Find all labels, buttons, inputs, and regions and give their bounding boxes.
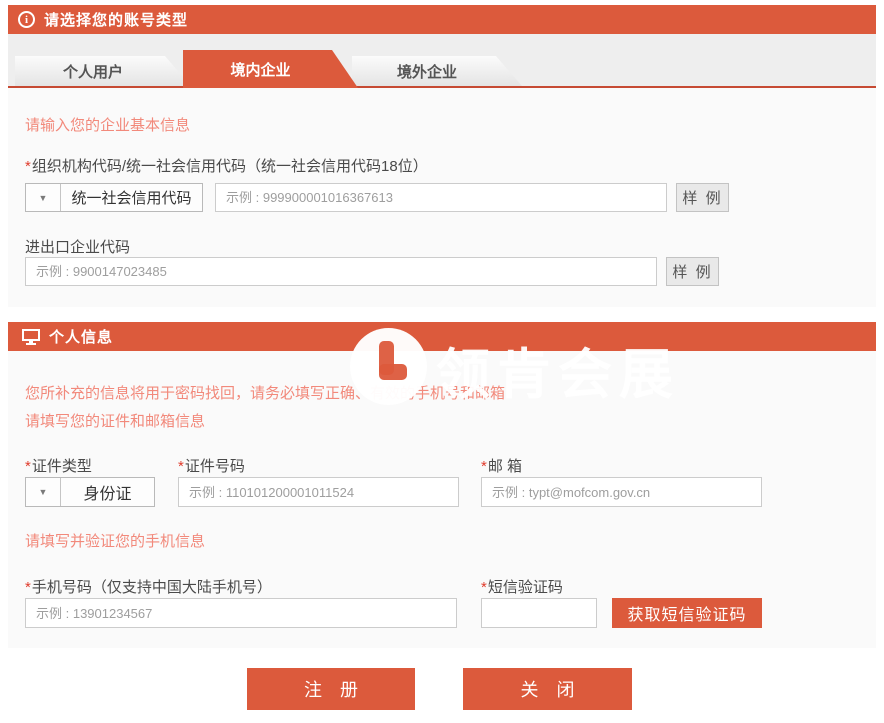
ie-code-input[interactable] xyxy=(25,257,657,286)
account-type-header: i 请选择您的账号类型 xyxy=(8,5,876,34)
phone-input[interactable] xyxy=(25,598,457,628)
ie-code-sample-button[interactable]: 样 例 xyxy=(666,257,719,286)
cert-email-hint: 请填写您的证件和邮箱信息 xyxy=(25,410,205,431)
required-mark: * xyxy=(481,458,487,475)
cert-no-input[interactable] xyxy=(178,477,459,507)
org-code-input[interactable] xyxy=(215,183,667,212)
personal-info-header: 个人信息 xyxy=(8,322,876,351)
required-mark: * xyxy=(178,458,184,475)
tab-personal-user[interactable]: 个人用户 xyxy=(15,56,191,86)
cert-no-label: *证件号码 xyxy=(178,455,245,476)
cert-type-value: 身份证 xyxy=(61,478,154,506)
section2-title: 个人信息 xyxy=(49,326,113,347)
required-mark: * xyxy=(481,579,487,596)
registration-page: i 请选择您的账号类型 个人用户 境外企业 境内企业 请输入您的企业基本信息 *… xyxy=(0,0,884,723)
register-button[interactable]: 注 册 xyxy=(247,668,415,710)
chevron-down-icon: ▼ xyxy=(26,184,61,211)
tab-domestic-enterprise[interactable]: 境内企业 xyxy=(183,50,358,88)
email-input[interactable] xyxy=(481,477,762,507)
monitor-icon xyxy=(22,329,40,345)
tab-overseas-enterprise[interactable]: 境外企业 xyxy=(352,56,522,86)
phone-verify-hint: 请填写并验证您的手机信息 xyxy=(25,530,205,551)
close-button[interactable]: 关 闭 xyxy=(463,668,632,710)
enterprise-info-hint: 请输入您的企业基本信息 xyxy=(25,114,190,135)
required-mark: * xyxy=(25,458,31,475)
phone-label: *手机号码（仅支持中国大陆手机号） xyxy=(25,576,272,597)
required-mark: * xyxy=(25,579,31,596)
section1-title: 请选择您的账号类型 xyxy=(44,9,188,30)
cert-type-select[interactable]: ▼ 身份证 xyxy=(25,477,155,507)
org-code-label: *组织机构代码/统一社会信用代码（统一社会信用代码18位） xyxy=(25,155,428,176)
email-label: *邮 箱 xyxy=(481,455,522,476)
chevron-down-icon: ▼ xyxy=(26,478,61,506)
required-mark: * xyxy=(25,158,31,175)
credit-code-type-select[interactable]: ▼ 统一社会信用代码 xyxy=(25,183,203,212)
ie-code-label: 进出口企业代码 xyxy=(25,236,130,257)
org-code-sample-button[interactable]: 样 例 xyxy=(676,183,729,212)
credit-code-type-value: 统一社会信用代码 xyxy=(61,184,202,211)
password-recovery-hint: 您所补充的信息将用于密码找回，请务必填写正确、有效的手机号和邮箱 xyxy=(25,382,505,403)
get-sms-code-button[interactable]: 获取短信验证码 xyxy=(612,598,762,628)
info-icon: i xyxy=(18,11,35,28)
sms-code-input[interactable] xyxy=(481,598,597,628)
cert-type-label: *证件类型 xyxy=(25,455,92,476)
sms-code-label: *短信验证码 xyxy=(481,576,563,597)
